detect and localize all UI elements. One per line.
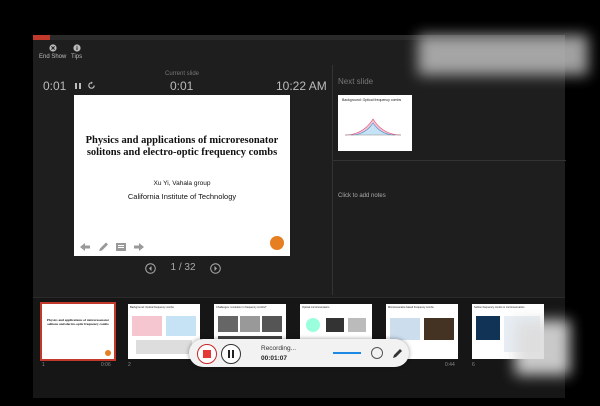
blurred-region xyxy=(418,35,588,75)
reset-timer-icon[interactable] xyxy=(87,81,96,90)
thumbnail-duration: 0:06 xyxy=(101,362,111,368)
speaker-notes[interactable]: Click to add notes xyxy=(338,193,386,199)
next-slide-label: Next slide xyxy=(338,77,374,86)
tips-label: Tips xyxy=(71,54,83,60)
thumbnail-figure xyxy=(136,340,192,354)
slides-grid-icon[interactable] xyxy=(115,242,127,252)
thumbnail-figure xyxy=(326,318,344,332)
thumbnail-figure xyxy=(262,316,282,332)
thumbnail-figure xyxy=(476,316,500,340)
thumbnail-figure xyxy=(132,316,162,336)
slide-overlay-toolbar xyxy=(79,242,145,252)
slide-pager: 1 / 32 xyxy=(143,262,223,274)
thumbnail-title: Background: Optical frequency combs xyxy=(130,306,174,309)
info-icon xyxy=(72,44,81,52)
thumbnail-logo xyxy=(105,350,111,356)
next-slide-icon[interactable] xyxy=(210,263,221,274)
blurred-watermark xyxy=(515,320,570,375)
thumbnail-title: Soliton frequency combs in microresonato… xyxy=(474,306,525,309)
slide-title: Physics and applications of microresonat… xyxy=(85,135,279,158)
tips-button[interactable]: Tips xyxy=(71,44,82,60)
thumbnail-figure xyxy=(424,318,454,340)
next-slide-thumb-title: Background: Optical frequency combs xyxy=(342,98,402,102)
thumbnail-figure xyxy=(240,316,260,332)
current-slide-timer: 0:01 xyxy=(170,79,194,93)
end-show-label: End Show xyxy=(39,54,67,60)
current-slide[interactable]: Physics and applications of microresonat… xyxy=(74,95,290,256)
thumbnail-figure xyxy=(218,316,238,332)
stop-recording-button[interactable] xyxy=(197,344,217,364)
pen-icon[interactable] xyxy=(391,347,403,359)
current-slide-pane: 0:01 Current slide 0:01 10:22 AM Physics… xyxy=(33,65,330,295)
thumbnail-figure xyxy=(306,318,320,332)
thumbnail-figure xyxy=(166,316,196,336)
slide-counter: 1 / 32 xyxy=(170,262,196,273)
camera-icon[interactable] xyxy=(371,347,383,359)
recording-status: Recording... xyxy=(261,345,297,352)
clock: 10:22 AM xyxy=(276,79,327,93)
end-show-button[interactable]: End Show xyxy=(39,44,66,60)
previous-arrow-icon[interactable] xyxy=(79,242,91,252)
thumbnail-title: Optical microresonators xyxy=(302,306,330,309)
volume-slider[interactable] xyxy=(333,352,361,354)
thumbnail-number: 1 xyxy=(42,362,45,368)
progress-fill xyxy=(33,35,50,40)
thumbnail-title: Microresonator-based frequency combs xyxy=(388,306,434,309)
notes-divider xyxy=(333,160,566,161)
thumbnail-duration: 0:44 xyxy=(445,362,455,368)
thumbnail-figure xyxy=(390,318,420,340)
pause-icon xyxy=(232,350,234,358)
pause-icon xyxy=(228,350,230,358)
thumbnail-figure xyxy=(348,318,366,332)
next-slide-graph xyxy=(344,118,402,136)
thumbnail-number: 6 xyxy=(472,362,475,368)
slide-institution: California Institute of Technology xyxy=(127,192,237,201)
recording-time: 00:01:07 xyxy=(261,355,288,362)
thumbnail-title: Challenges: revolution in frequency comb… xyxy=(216,306,267,309)
pen-icon[interactable] xyxy=(97,242,109,252)
next-arrow-icon[interactable] xyxy=(133,242,145,252)
thumbnail-title: Physics and applications of microresonat… xyxy=(46,318,110,326)
recording-toolbar: Recording... 00:01:07 xyxy=(189,339,409,367)
close-circle-icon xyxy=(49,44,57,52)
slide-author: Xu Yi, Vahala group xyxy=(153,180,211,187)
thumbnail-number: 2 xyxy=(128,362,131,368)
elapsed-timer: 0:01 xyxy=(43,79,67,93)
stop-icon xyxy=(203,350,211,358)
caltech-logo xyxy=(270,236,284,250)
previous-slide-icon[interactable] xyxy=(145,263,156,274)
next-slide-pane: Next slide Background: Optical frequency… xyxy=(332,65,566,320)
thumbnail-1[interactable]: Physics and applications of microresonat… xyxy=(40,302,116,361)
pause-icon[interactable] xyxy=(74,82,82,90)
next-slide-thumbnail[interactable]: Background: Optical frequency combs xyxy=(338,95,412,151)
pause-recording-button[interactable] xyxy=(221,344,241,364)
current-slide-label: Current slide xyxy=(165,71,200,77)
